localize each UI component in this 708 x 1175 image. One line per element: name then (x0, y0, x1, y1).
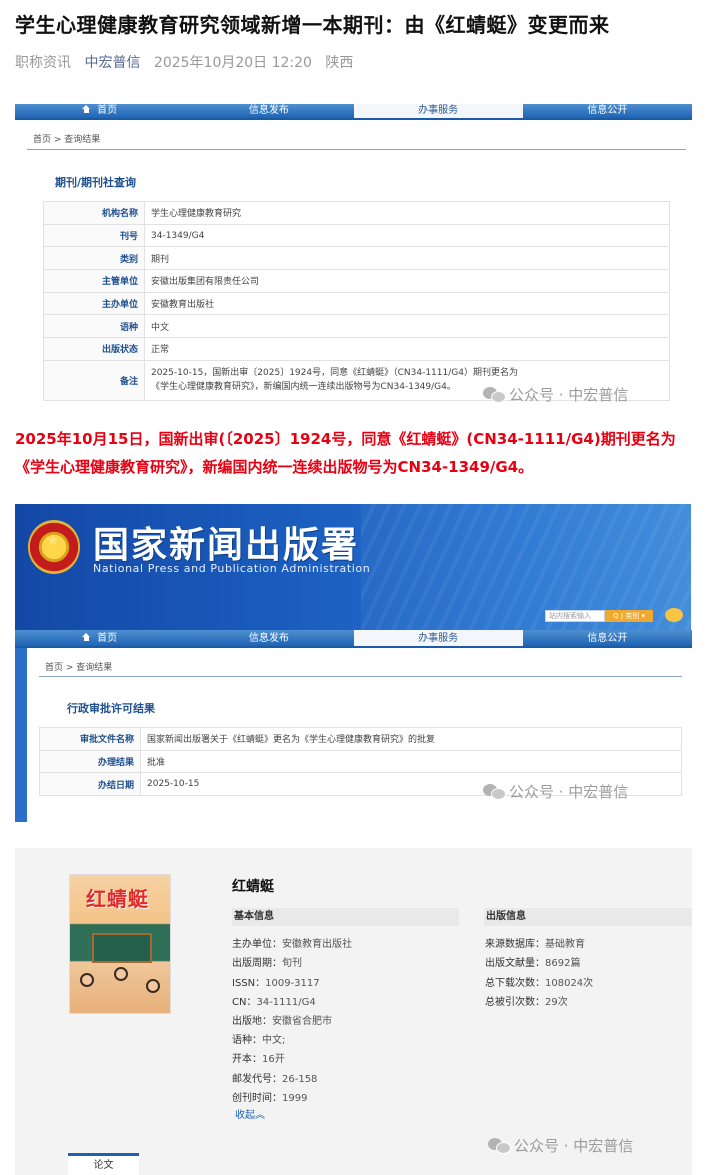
left-edge-strip (15, 648, 27, 822)
row-label: 办理结果 (39, 749, 141, 774)
row-value: 期刊 (144, 246, 670, 271)
basic-info-item: 主办单位：安徽教育出版社 (232, 939, 352, 950)
table-row: 审批文件名称 国家新闻出版署关于《红蜻蜓》更名为《学生心理健康教育研究》的批复 (39, 727, 682, 751)
nav-services[interactable]: 办事服务 (353, 104, 523, 118)
site-search-input[interactable]: 站内搜索输入 (545, 610, 605, 622)
table-row: 主办单位 安徽教育出版社 (43, 291, 670, 316)
row-value: 国家新闻出版署关于《红蜻蜓》更名为《学生心理健康教育研究》的批复 (140, 727, 682, 751)
cover-title: 红蜻蜓 (86, 887, 149, 911)
row-label: 语种 (43, 314, 145, 339)
row-label: 主办单位 (43, 291, 145, 316)
row-label: 办结日期 (39, 772, 141, 797)
basic-info-item: 出版周期：旬刊 (232, 958, 302, 969)
nav-home[interactable]: 首页 (15, 630, 184, 646)
publication-info-item: 总被引次数：29次 (485, 997, 568, 1008)
home-icon (82, 633, 91, 641)
star-icon: ★ (46, 531, 60, 549)
section-title: 期刊/期刊社查询 (55, 176, 137, 189)
article-category: 职称资讯 (15, 55, 71, 71)
breadcrumb-divider (39, 676, 682, 677)
publication-info-item: 来源数据库：基础教育 (485, 939, 585, 950)
tab-papers[interactable]: 论文 (68, 1153, 139, 1175)
row-value: 正常 (144, 337, 670, 361)
row-label: 备注 (43, 359, 145, 401)
watermark: 公众号 · 中宏普信 (488, 1135, 633, 1156)
wechat-icon (488, 1137, 511, 1154)
nppa-navbar: 首页 信息发布 办事服务 信息公开 (15, 104, 692, 120)
home-icon (82, 105, 91, 113)
breadcrumb: 首页 > 查询结果 (33, 135, 101, 145)
row-label: 刊号 (43, 223, 145, 248)
basic-info-item: ISSN：1009-3117 (232, 978, 320, 989)
nav-home[interactable]: 首页 (15, 104, 184, 118)
screenshot-approval-result: 首页 信息发布 办事服务 信息公开 首页 > 查询结果 行政审批许可结果 审批文… (15, 630, 692, 822)
screenshot-journal-query: 首页 信息发布 办事服务 信息公开 首页 > 查询结果 期刊/期刊社查询 机构名… (15, 104, 692, 420)
breadcrumb: 首页 > 查询结果 (45, 663, 113, 673)
section-title: 行政审批许可结果 (67, 702, 155, 715)
wechat-icon[interactable] (665, 608, 683, 622)
collapse-toggle[interactable]: 收起︽ (235, 1106, 265, 1121)
row-label: 类别 (43, 246, 145, 271)
cover-child (114, 967, 128, 981)
search-category-button[interactable]: Q | 类别 ▾ (605, 610, 653, 622)
wechat-icon (483, 386, 506, 403)
article-title: 学生心理健康教育研究领域新增一本期刊：由《红蜻蜓》变更而来 (15, 13, 610, 37)
nppa-navbar: 首页 信息发布 办事服务 信息公开 (15, 630, 692, 648)
journal-query-table: 机构名称 学生心理健康教育研究 刊号 34-1349/G4 类别 期刊 主管单位 安徽出… (43, 201, 670, 401)
nav-info-public[interactable]: 信息公开 (523, 104, 692, 118)
table-row: 主管单位 安徽出版集团有限责任公司 (43, 269, 670, 293)
cover-child (146, 979, 160, 993)
row-value: 安徽出版集团有限责任公司 (144, 269, 670, 293)
highlight-paragraph: 2025年10月15日，国新出审(〔2025〕1924号，同意《红蜻蜓》(CN3… (15, 430, 676, 476)
table-row: 类别 期刊 (43, 246, 670, 271)
row-label: 主管单位 (43, 269, 145, 293)
cover-child (80, 973, 94, 987)
row-label: 出版状态 (43, 337, 145, 361)
publication-info-heading: 出版信息 (484, 908, 692, 926)
table-row: 刊号 34-1349/G4 (43, 223, 670, 248)
table-row: 出版状态 正常 (43, 337, 670, 361)
banner-title-cn: 国家新闻出版署 (93, 525, 360, 566)
publish-datetime: 2025年10月20日 12:20 (153, 55, 312, 71)
watermark: 公众号 · 中宏普信 (483, 384, 628, 405)
journal-title: 红蜻蜓 (232, 879, 274, 895)
breadcrumb-divider (27, 149, 686, 150)
basic-info-heading: 基本信息 (232, 908, 459, 926)
row-value: 批准 (140, 749, 682, 774)
nppa-banner: ★ 国家新闻出版署 National Press and Publication… (15, 504, 691, 630)
table-row: 语种 中文 (43, 314, 670, 339)
basic-info-item: CN：34-1111/G4 (232, 997, 316, 1008)
publish-location: 陕西 (325, 55, 354, 71)
row-value: 34-1349/G4 (144, 223, 670, 248)
article-meta: 职称资讯 中宏普信 2025年10月20日 12:20 陕西 (15, 52, 362, 72)
account-link[interactable]: 中宏普信 (84, 55, 140, 71)
screenshot-journal-detail: 红蜻蜓 红蜻蜓 基本信息 主办单位：安徽教育出版社 出版周期：旬刊 ISSN：1… (15, 848, 692, 1175)
cover-blackboard (92, 933, 152, 963)
row-value: 安徽教育出版社 (144, 291, 670, 316)
nav-services[interactable]: 办事服务 (353, 630, 523, 646)
table-row: 办理结果 批准 (39, 749, 682, 774)
nav-info-release[interactable]: 信息发布 (184, 104, 353, 118)
basic-info-item: 邮发代号：26-158 (232, 1074, 318, 1085)
nav-info-public[interactable]: 信息公开 (523, 630, 692, 646)
banner-title-en: National Press and Publication Administr… (93, 562, 371, 575)
wechat-icon (483, 783, 506, 800)
basic-info-item: 创刊时间：1999 (232, 1093, 308, 1104)
watermark: 公众号 · 中宏普信 (483, 781, 628, 802)
row-value: 学生心理健康教育研究 (144, 201, 670, 225)
row-label: 审批文件名称 (39, 727, 141, 751)
basic-info-item: 语种：中文; (232, 1035, 286, 1046)
row-value: 中文 (144, 314, 670, 339)
basic-info-item: 出版地：安徽省合肥市 (232, 1016, 332, 1027)
publication-info-item: 出版文献量：8692篇 (485, 958, 581, 969)
row-label: 机构名称 (43, 201, 145, 225)
publication-info-item: 总下载次数：108024次 (485, 978, 594, 989)
journal-cover-image[interactable]: 红蜻蜓 (69, 874, 171, 1014)
basic-info-item: 开本：16开 (232, 1054, 285, 1065)
table-row: 机构名称 学生心理健康教育研究 (43, 201, 670, 225)
nav-info-release[interactable]: 信息发布 (184, 630, 353, 646)
